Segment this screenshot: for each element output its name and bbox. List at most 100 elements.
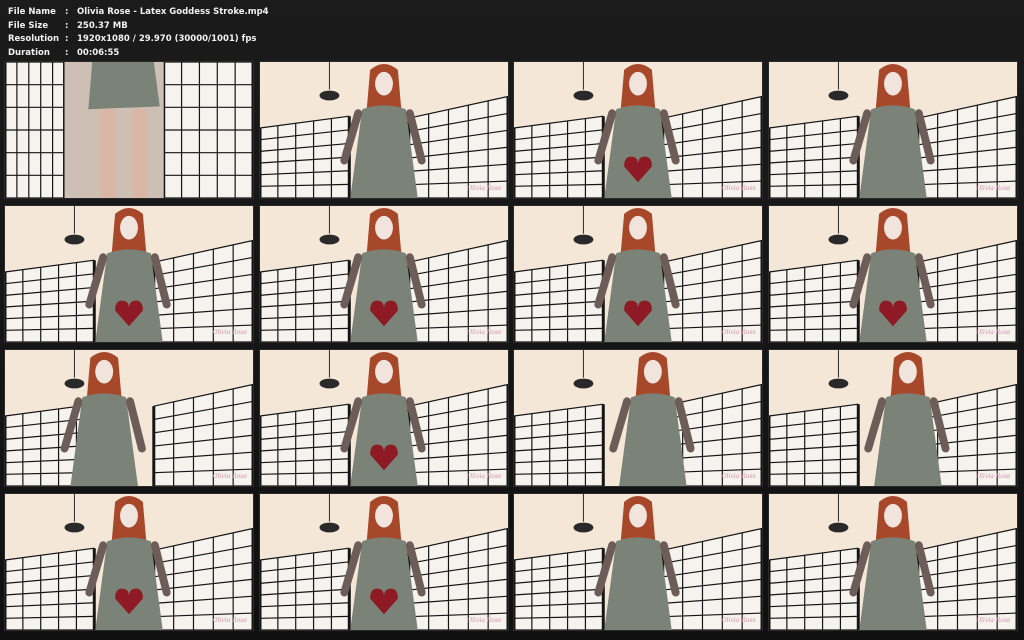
thumbnail-image xyxy=(768,350,1017,486)
video-thumbnail: Olivia Rose xyxy=(4,493,254,631)
watermark: Olivia Rose xyxy=(721,329,756,336)
video-thumbnail: Olivia Rose xyxy=(767,61,1018,199)
screen-panel xyxy=(259,115,351,198)
video-thumbnail: Olivia Rose xyxy=(513,349,763,487)
watermark: Olivia Rose xyxy=(212,473,247,480)
video-thumbnail: Olivia Rose xyxy=(513,61,763,199)
face xyxy=(374,71,393,96)
info-row-file-name: File Name : Olivia Rose - Latex Goddess … xyxy=(8,6,269,20)
video-thumbnail: Olivia Rose xyxy=(513,493,763,631)
info-value: 1920x1080 / 29.970 (30000/1001) fps xyxy=(77,34,257,44)
screen-panel xyxy=(259,547,351,630)
screen-panel xyxy=(5,547,96,630)
watermark: Olivia Rose xyxy=(467,329,502,336)
watermark: Olivia Rose xyxy=(976,473,1011,480)
info-label: Duration xyxy=(8,47,50,58)
face xyxy=(374,359,393,384)
screen-panel xyxy=(768,403,860,486)
thumbnail-image xyxy=(514,62,762,198)
video-thumbnail: Olivia Rose xyxy=(258,493,509,631)
video-thumbnail: Olivia Rose xyxy=(767,205,1018,343)
info-separator: : xyxy=(65,7,69,17)
face xyxy=(95,359,114,384)
thumbnail-image xyxy=(5,206,253,342)
watermark: Olivia Rose xyxy=(976,185,1011,192)
thumbnail-image xyxy=(514,494,762,630)
video-thumbnail xyxy=(4,61,254,199)
video-thumbnail: Olivia Rose xyxy=(4,205,254,343)
face xyxy=(643,359,662,384)
face xyxy=(883,503,902,528)
face xyxy=(883,71,902,96)
screen-panel xyxy=(5,62,67,198)
thumbnail-image xyxy=(5,62,253,198)
screen-panel xyxy=(768,547,860,630)
face xyxy=(629,503,647,528)
watermark: Olivia Rose xyxy=(467,185,502,192)
thumbnail-image xyxy=(768,206,1017,342)
screen-panel xyxy=(514,115,605,198)
info-separator: : xyxy=(65,34,69,44)
thumbnail-image xyxy=(259,206,508,342)
screen-panel xyxy=(768,259,860,342)
thumbnail-grid: Olivia Rose Olivia Rose Olivia Rose Olivia … xyxy=(4,61,1020,635)
watermark: Olivia Rose xyxy=(976,329,1011,336)
video-thumbnail: Olivia Rose xyxy=(258,349,509,487)
info-row-duration: Duration : 00:06:55 xyxy=(8,47,269,61)
face xyxy=(120,503,138,528)
leg xyxy=(131,109,148,198)
thumbnail-image xyxy=(5,350,253,486)
face xyxy=(898,359,917,384)
screen-panel xyxy=(162,62,253,198)
watermark: Olivia Rose xyxy=(467,473,502,480)
video-thumbnail: Olivia Rose xyxy=(258,205,509,343)
info-value: 00:06:55 xyxy=(77,47,120,58)
face xyxy=(374,503,393,528)
thumbnail-image xyxy=(5,494,253,630)
watermark: Olivia Rose xyxy=(212,617,247,624)
thumbnail-image xyxy=(514,350,762,486)
contact-sheet: File Name : Olivia Rose - Latex Goddess … xyxy=(0,0,1024,640)
video-thumbnail: Olivia Rose xyxy=(767,349,1018,487)
thumbnail-image xyxy=(768,62,1017,198)
thumbnail-image xyxy=(259,350,508,486)
info-row-file-size: File Size : 250.37 MB xyxy=(8,20,269,34)
face xyxy=(883,215,902,240)
screen-panel xyxy=(514,547,605,630)
video-thumbnail: Olivia Rose xyxy=(513,205,763,343)
face xyxy=(629,71,647,96)
watermark: Olivia Rose xyxy=(721,473,756,480)
info-row-resolution: Resolution : 1920x1080 / 29.970 (30000/1… xyxy=(8,33,269,47)
screen-panel xyxy=(514,403,605,486)
screen-panel xyxy=(5,259,96,342)
watermark: Olivia Rose xyxy=(212,329,247,336)
thumbnail-image xyxy=(259,62,508,198)
video-thumbnail: Olivia Rose xyxy=(258,61,509,199)
info-value: Olivia Rose - Latex Goddess Stroke.mp4 xyxy=(77,7,269,17)
face xyxy=(374,215,393,240)
latex-dress xyxy=(88,62,160,110)
info-value: 250.37 MB xyxy=(77,20,128,31)
thumbnail-image xyxy=(768,494,1017,630)
screen-panel xyxy=(259,259,351,342)
watermark: Olivia Rose xyxy=(721,185,756,192)
watermark: Olivia Rose xyxy=(721,617,756,624)
screen-panel xyxy=(514,259,605,342)
info-label: File Name xyxy=(8,7,56,17)
watermark: Olivia Rose xyxy=(467,617,502,624)
file-info-header: File Name : Olivia Rose - Latex Goddess … xyxy=(8,6,269,60)
video-thumbnail: Olivia Rose xyxy=(4,349,254,487)
info-label: Resolution xyxy=(8,34,60,44)
info-separator: : xyxy=(65,20,69,31)
thumbnail-image xyxy=(259,494,508,630)
face xyxy=(629,215,647,240)
thumbnail-image xyxy=(514,206,762,342)
info-label: File Size xyxy=(8,20,49,31)
video-thumbnail: Olivia Rose xyxy=(767,493,1018,631)
leg xyxy=(100,109,117,198)
watermark: Olivia Rose xyxy=(976,617,1011,624)
info-separator: : xyxy=(65,47,69,58)
face xyxy=(120,215,138,240)
screen-panel xyxy=(259,403,351,486)
screen-panel xyxy=(768,115,860,198)
